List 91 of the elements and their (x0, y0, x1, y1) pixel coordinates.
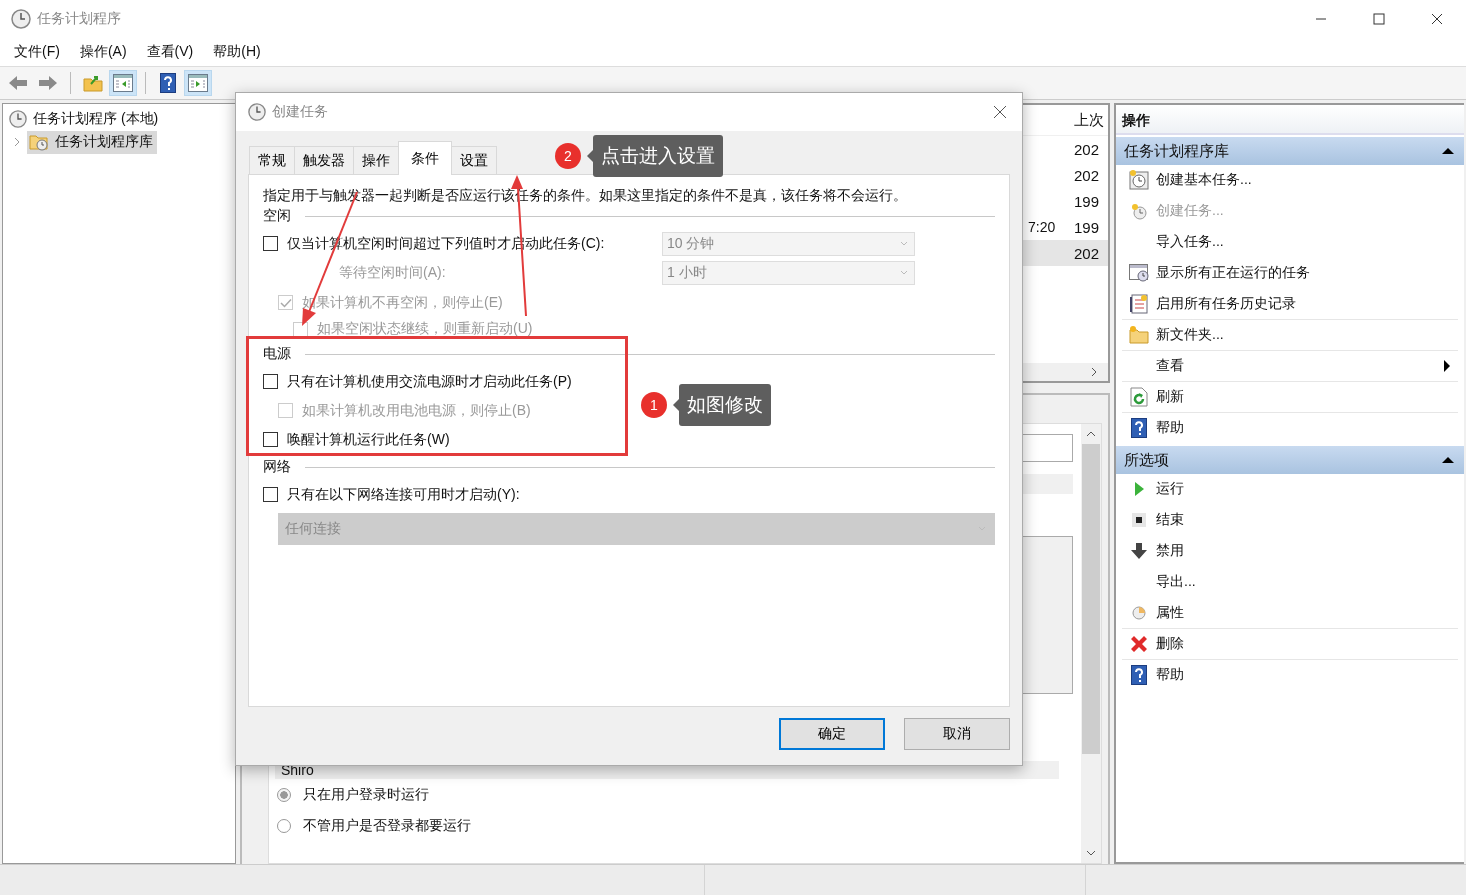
action-item[interactable]: 帮助 (1122, 413, 1458, 444)
calendar-clock-icon (1129, 170, 1149, 190)
clock-icon (11, 9, 31, 29)
dialog-title: 创建任务 (272, 103, 328, 121)
group-title: 电源 (263, 345, 291, 363)
clock-icon (1132, 606, 1146, 620)
chevron-down-icon[interactable] (1086, 849, 1096, 857)
close-icon (993, 105, 1007, 119)
help-icon (1131, 665, 1147, 685)
field-label: 等待空闲时间(A): (338, 264, 447, 282)
tree-item[interactable]: 任务计划程序 (本地) (7, 107, 163, 130)
folder-icon (83, 74, 103, 92)
tab[interactable]: 条件 (398, 141, 452, 175)
menu-item[interactable]: 帮助(H) (205, 41, 269, 63)
action-item[interactable]: 删除 (1122, 629, 1458, 660)
refresh-icon (1130, 387, 1148, 407)
section-header[interactable]: 任务计划程序库 (1116, 137, 1464, 165)
chevron-down-icon (900, 240, 908, 247)
tree-item[interactable]: 任务计划程序库 (27, 130, 157, 154)
forward-arrow-icon (38, 75, 58, 91)
checkbox-label: 只有在以下网络连接可用时才启动(Y): (287, 485, 520, 504)
toolbar-button[interactable] (184, 70, 212, 96)
column-header[interactable]: 上次 (1074, 110, 1106, 130)
group-title: 空闲 (263, 207, 291, 225)
cross-icon (1129, 634, 1149, 654)
action-item[interactable]: 查看 (1122, 351, 1458, 382)
radio-label: 不管用户是否登录都要运行 (303, 816, 471, 835)
help-icon (160, 73, 176, 93)
action-item[interactable]: 禁用 (1122, 536, 1458, 567)
window-pane-icon (113, 74, 133, 92)
checkbox-label: 只有在计算机使用交流电源时才启动此任务(P) (287, 372, 572, 391)
clock-icon (1130, 202, 1148, 220)
down-arrow-icon (1131, 543, 1147, 559)
callout-pointer (673, 399, 679, 411)
window-pane-icon (188, 74, 208, 92)
checkbox[interactable] (263, 236, 278, 251)
action-item[interactable]: 启用所有任务历史记录 (1122, 289, 1458, 320)
action-item[interactable]: 帮助 (1122, 660, 1458, 691)
checkbox[interactable] (263, 374, 278, 389)
menu-item[interactable]: 操作(A) (71, 41, 135, 63)
callout-pointer (587, 150, 593, 162)
checkbox[interactable] (263, 432, 278, 447)
chevron-down-icon (900, 270, 908, 276)
section-header[interactable]: 所选项 (1116, 446, 1464, 474)
checkbox-label: 唤醒计算机运行此任务(W) (287, 430, 450, 449)
action-item[interactable]: 创建基本任务... (1122, 165, 1458, 196)
folder-clock-icon (29, 133, 49, 151)
callout-label: 如图修改 (679, 384, 771, 426)
action-item[interactable]: 导出... (1122, 567, 1458, 598)
action-item[interactable]: 结束 (1122, 505, 1458, 536)
radio-button[interactable] (277, 787, 291, 802)
back-arrow-icon (8, 75, 28, 91)
table-cell-text: 7:20 (1028, 219, 1057, 235)
menu-item[interactable]: 查看(V) (138, 41, 202, 63)
chevron-up-icon[interactable] (1086, 430, 1096, 438)
tab[interactable]: 设置 (451, 146, 497, 174)
notebook-icon (1130, 294, 1148, 314)
clock-icon (9, 109, 27, 128)
table-cell-text: 199 (1074, 218, 1101, 236)
chevron-right-icon[interactable] (1090, 367, 1098, 377)
action-item[interactable]: 显示所有正在运行的任务 (1122, 258, 1458, 289)
checkbox-label: 如果空闲状态继续，则重新启动(U) (317, 320, 533, 338)
window-title: 任务计划程序 (37, 10, 121, 28)
menu-item[interactable]: 文件(F) (6, 41, 68, 63)
chevron-right-icon[interactable] (13, 137, 21, 147)
ok-button[interactable]: 确定 (779, 718, 885, 750)
radio-button[interactable] (277, 818, 291, 833)
toolbar-button[interactable] (109, 70, 137, 96)
play-icon (1134, 482, 1144, 496)
maximize-icon (1373, 13, 1385, 25)
radio-label: 只在用户登录时运行 (303, 785, 429, 804)
tab[interactable]: 常规 (249, 146, 295, 174)
action-item[interactable]: 导入任务... (1122, 227, 1458, 258)
group-title: 网络 (263, 458, 291, 476)
scroll-bar[interactable] (1081, 424, 1101, 863)
action-item[interactable]: 属性 (1122, 598, 1458, 629)
checkbox[interactable] (263, 487, 278, 502)
callout-label: 点击进入设置 (593, 135, 723, 177)
help-icon (1131, 418, 1147, 438)
checkbox-label: 如果计算机改用电池电源，则停止(B) (302, 401, 531, 420)
clock-icon (248, 103, 266, 121)
table-cell-text: 202 (1074, 244, 1101, 262)
window-clock-icon (1129, 264, 1149, 282)
cancel-button[interactable]: 取消 (904, 718, 1010, 750)
close-icon (1431, 13, 1443, 25)
action-item[interactable]: 新文件夹... (1122, 320, 1458, 351)
stop-icon (1132, 513, 1146, 527)
action-item[interactable]: 刷新 (1122, 382, 1458, 413)
action-item[interactable]: 运行 (1122, 474, 1458, 505)
table-cell-text: 202 (1074, 166, 1101, 184)
folder-icon (1129, 326, 1149, 344)
